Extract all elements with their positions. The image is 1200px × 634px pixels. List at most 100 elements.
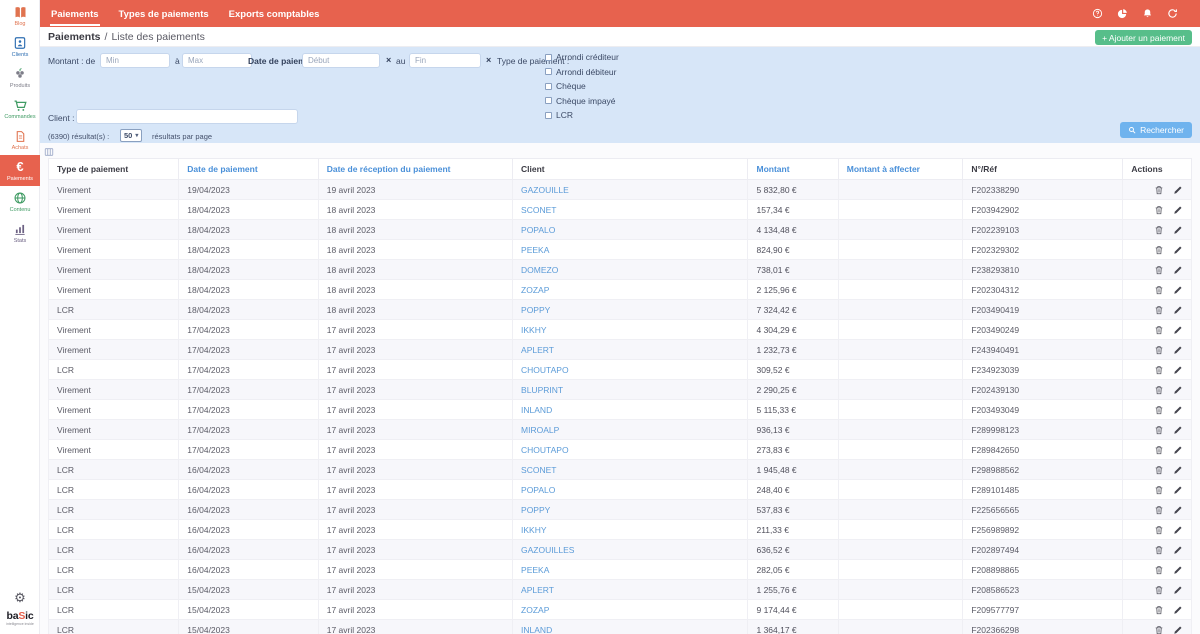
type-option-4[interactable]: LCR	[545, 110, 619, 120]
sidebar-item-stats[interactable]: Stats	[0, 217, 40, 248]
sidebar-item-achats[interactable]: Achats	[0, 124, 40, 155]
type-option-2[interactable]: Chèque	[545, 81, 619, 91]
search-button[interactable]: Rechercher	[1120, 122, 1192, 138]
edit-button[interactable]	[1173, 285, 1183, 295]
delete-button[interactable]	[1154, 625, 1164, 634]
delete-button[interactable]	[1154, 505, 1164, 515]
delete-button[interactable]	[1154, 565, 1164, 575]
delete-button[interactable]	[1154, 305, 1164, 315]
edit-button[interactable]	[1173, 405, 1183, 415]
checkbox-icon[interactable]	[545, 54, 552, 61]
delete-button[interactable]	[1154, 585, 1164, 595]
edit-button[interactable]	[1173, 445, 1183, 455]
sidebar-item-commandes[interactable]: Commandes	[0, 93, 40, 124]
client-link[interactable]: IKKHY	[521, 325, 547, 335]
edit-button[interactable]	[1173, 205, 1183, 215]
delete-button[interactable]	[1154, 365, 1164, 375]
edit-button[interactable]	[1173, 485, 1183, 495]
delete-button[interactable]	[1154, 485, 1164, 495]
notifications-bell-icon[interactable]	[1142, 8, 1153, 19]
delete-button[interactable]	[1154, 385, 1164, 395]
gear-icon[interactable]: ⚙	[0, 590, 40, 606]
delete-button[interactable]	[1154, 245, 1164, 255]
column-header-4[interactable]: Montant	[748, 159, 838, 180]
client-link[interactable]: BLUPRINT	[521, 385, 563, 395]
clear-date-end-icon[interactable]: ×	[486, 55, 491, 65]
amount-max-input[interactable]	[182, 53, 252, 68]
edit-button[interactable]	[1173, 185, 1183, 195]
client-link[interactable]: IKKHY	[521, 525, 547, 535]
edit-button[interactable]	[1173, 505, 1183, 515]
checkbox-icon[interactable]	[545, 112, 552, 119]
edit-button[interactable]	[1173, 225, 1183, 235]
type-option-0[interactable]: Arrondi créditeur	[545, 52, 619, 62]
client-link[interactable]: POPALO	[521, 225, 555, 235]
date-start-input[interactable]	[302, 53, 380, 68]
column-header-2[interactable]: Date de réception du paiement	[318, 159, 512, 180]
client-link[interactable]: CHOUTAPO	[521, 445, 569, 455]
client-link[interactable]: GAZOUILLES	[521, 545, 574, 555]
delete-button[interactable]	[1154, 445, 1164, 455]
add-payment-button[interactable]: + Ajouter un paiement	[1095, 30, 1192, 45]
per-page-select[interactable]: 50▾	[120, 129, 142, 142]
client-link[interactable]: ZOZAP	[521, 605, 549, 615]
client-link[interactable]: CHOUTAPO	[521, 365, 569, 375]
breadcrumb-section[interactable]: Paiements	[48, 31, 101, 43]
client-link[interactable]: SCONET	[521, 465, 556, 475]
type-option-1[interactable]: Arrondi débiteur	[545, 67, 619, 77]
edit-button[interactable]	[1173, 365, 1183, 375]
client-link[interactable]: INLAND	[521, 625, 552, 634]
edit-button[interactable]	[1173, 305, 1183, 315]
client-link[interactable]: ZOZAP	[521, 285, 549, 295]
pie-chart-icon[interactable]	[1117, 8, 1128, 19]
client-link[interactable]: DOMEZO	[521, 265, 558, 275]
edit-button[interactable]	[1173, 625, 1183, 634]
column-header-1[interactable]: Date de paiement	[179, 159, 318, 180]
checkbox-icon[interactable]	[545, 97, 552, 104]
delete-button[interactable]	[1154, 465, 1164, 475]
client-link[interactable]: PEEKA	[521, 245, 549, 255]
edit-button[interactable]	[1173, 385, 1183, 395]
delete-button[interactable]	[1154, 325, 1164, 335]
client-link[interactable]: PEEKA	[521, 565, 549, 575]
edit-button[interactable]	[1173, 325, 1183, 335]
delete-button[interactable]	[1154, 225, 1164, 235]
client-link[interactable]: POPPY	[521, 305, 550, 315]
edit-button[interactable]	[1173, 245, 1183, 255]
client-link[interactable]: MIROALP	[521, 425, 559, 435]
clear-date-start-icon[interactable]: ×	[386, 55, 391, 65]
edit-button[interactable]	[1173, 465, 1183, 475]
delete-button[interactable]	[1154, 265, 1164, 275]
sidebar-item-clients[interactable]: Clients	[0, 31, 40, 62]
client-input[interactable]	[76, 109, 298, 124]
checkbox-icon[interactable]	[545, 83, 552, 90]
sidebar-item-blog[interactable]: Blog	[0, 0, 40, 31]
delete-button[interactable]	[1154, 185, 1164, 195]
delete-button[interactable]	[1154, 205, 1164, 215]
edit-button[interactable]	[1173, 565, 1183, 575]
client-link[interactable]: APLERT	[521, 345, 554, 355]
edit-button[interactable]	[1173, 425, 1183, 435]
column-selector-icon[interactable]	[44, 147, 54, 157]
help-icon[interactable]	[1092, 8, 1103, 19]
sidebar-item-produits[interactable]: Produits	[0, 62, 40, 93]
delete-button[interactable]	[1154, 525, 1164, 535]
topnav-tab-1[interactable]: Types de paiements	[118, 1, 210, 26]
delete-button[interactable]	[1154, 345, 1164, 355]
client-link[interactable]: APLERT	[521, 585, 554, 595]
topnav-tab-2[interactable]: Exports comptables	[228, 1, 321, 26]
delete-button[interactable]	[1154, 405, 1164, 415]
delete-button[interactable]	[1154, 285, 1164, 295]
edit-button[interactable]	[1173, 525, 1183, 535]
amount-min-input[interactable]	[100, 53, 170, 68]
delete-button[interactable]	[1154, 545, 1164, 555]
refresh-icon[interactable]	[1167, 8, 1178, 19]
column-header-5[interactable]: Montant à affecter	[838, 159, 963, 180]
edit-button[interactable]	[1173, 545, 1183, 555]
client-link[interactable]: GAZOUILLE	[521, 185, 569, 195]
edit-button[interactable]	[1173, 605, 1183, 615]
edit-button[interactable]	[1173, 345, 1183, 355]
edit-button[interactable]	[1173, 585, 1183, 595]
client-link[interactable]: POPPY	[521, 505, 550, 515]
client-link[interactable]: SCONET	[521, 205, 556, 215]
